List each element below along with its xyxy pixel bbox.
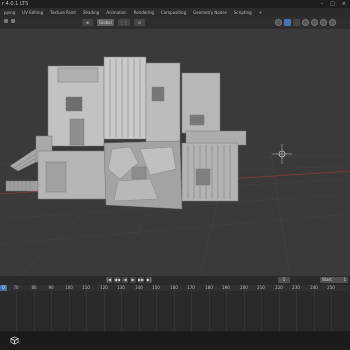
current-frame-field[interactable]: 1 <box>278 277 290 283</box>
play-button[interactable]: ▶ <box>130 277 136 283</box>
editor-type-icon[interactable] <box>4 19 8 23</box>
viewport-scene <box>0 56 350 276</box>
jump-start-button[interactable]: |◀ <box>106 277 112 283</box>
visibility-icon[interactable] <box>275 19 282 26</box>
close-button[interactable]: × <box>342 1 346 7</box>
taskbar <box>0 331 350 350</box>
window-controls: – □ × <box>321 0 346 8</box>
tab-shading[interactable]: Shading <box>83 10 99 15</box>
header-left-tools <box>4 19 15 23</box>
tab-compositing[interactable]: Compositing <box>161 10 186 15</box>
tab-animation[interactable]: Animation <box>106 10 126 15</box>
play-reverse-button[interactable]: ◀ <box>122 277 128 283</box>
jump-keyframe-back-button[interactable]: ◀◀ <box>114 277 120 283</box>
add-workspace-button[interactable]: + <box>259 10 262 15</box>
jump-end-button[interactable]: ▶| <box>146 277 152 283</box>
window-title: r 4.0.1 LTS <box>2 1 29 7</box>
workspace-tabs: pping UV Editing Texture Paint Shading A… <box>0 8 350 17</box>
xray-icon[interactable] <box>293 19 300 26</box>
timeline-area[interactable] <box>0 291 350 331</box>
start-frame-field[interactable]: Start 1 <box>320 277 348 283</box>
minimize-button[interactable]: – <box>321 1 324 7</box>
mode-icon[interactable] <box>11 19 15 23</box>
timeline-header <box>0 276 350 285</box>
start-value: 1 <box>343 277 346 282</box>
maximize-button[interactable]: □ <box>330 1 335 7</box>
overlay-icon[interactable] <box>284 19 291 26</box>
start-label: Start <box>322 277 332 282</box>
building-model <box>5 56 247 210</box>
tab-geometry-nodes[interactable]: Geometry Nodes <box>193 10 227 15</box>
snap-button[interactable]: ⋮⋮ <box>117 19 130 26</box>
tab-texture-paint[interactable]: Texture Paint <box>50 10 76 15</box>
tab-rendering[interactable]: Rendering <box>134 10 154 15</box>
3d-viewport[interactable] <box>0 29 350 276</box>
wireframe-shading-icon[interactable] <box>302 19 309 26</box>
title-bar <box>0 0 350 8</box>
transform-orientation-select[interactable]: Global <box>97 19 114 26</box>
solid-shading-icon[interactable] <box>311 19 318 26</box>
material-shading-icon[interactable] <box>320 19 327 26</box>
tab-uv-editing[interactable]: UV Editing <box>22 10 43 15</box>
rendered-shading-icon[interactable] <box>329 19 336 26</box>
cube-icon[interactable] <box>10 336 19 345</box>
tab-scripting[interactable]: Scripting <box>234 10 252 15</box>
tab-modeling[interactable]: pping <box>4 10 15 15</box>
shading-controls <box>275 18 336 27</box>
jump-keyframe-forward-button[interactable]: ▶▶ <box>138 277 144 283</box>
proportional-edit-button[interactable]: ⊙ <box>133 19 145 26</box>
transform-controls: ⊕ Global ⋮⋮ ⊙ <box>82 18 145 27</box>
playback-controls: |◀ ◀◀ ◀ ▶ ▶▶ ▶| <box>106 277 152 283</box>
pivot-point-button[interactable]: ⊕ <box>82 19 93 26</box>
